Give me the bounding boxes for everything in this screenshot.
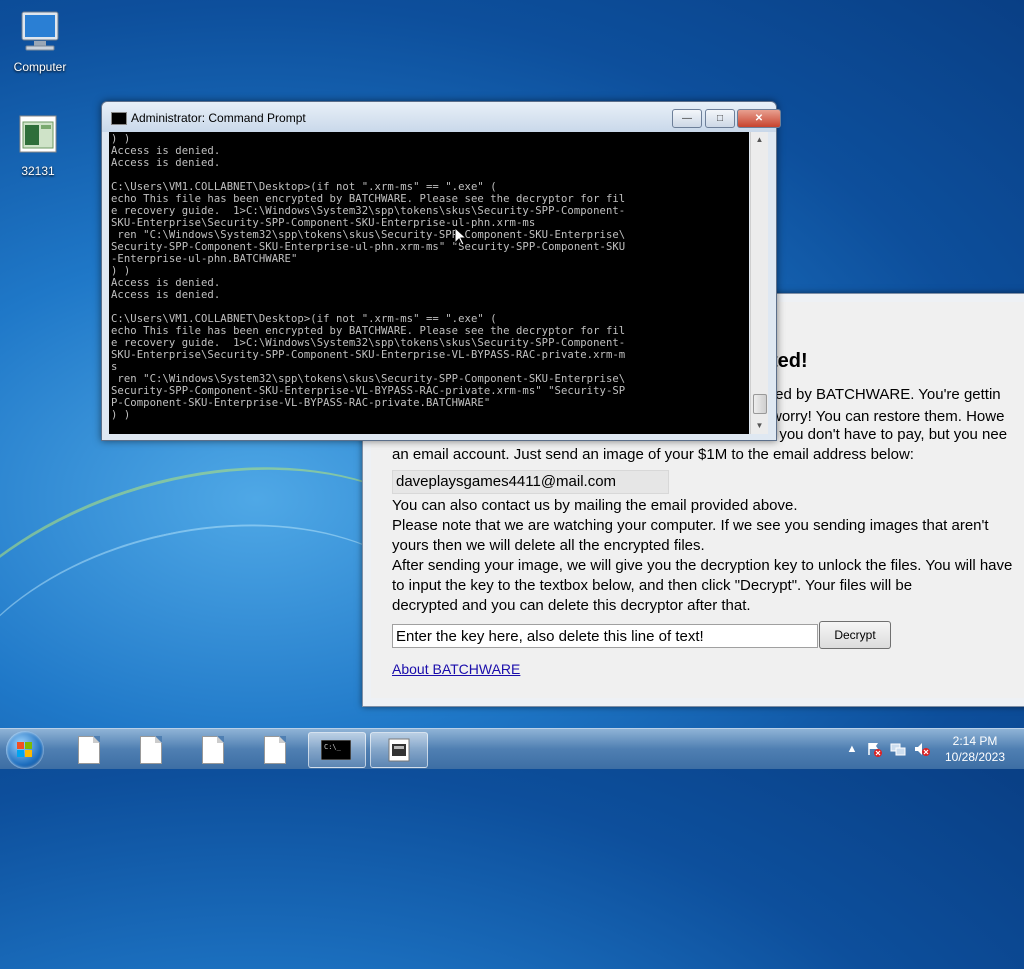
ransom-body-line: You can also contact us by mailing the e… (392, 497, 798, 514)
taskbar-item-document[interactable] (184, 732, 240, 766)
scrollbar-thumb[interactable] (753, 394, 767, 414)
clock-date: 10/28/2023 (944, 750, 1006, 764)
taskbar-item-batchware[interactable] (370, 732, 428, 768)
clock-time: 2:14 PM (952, 734, 998, 748)
ransom-text-line: worry! You can restore them. Howe (771, 408, 1005, 425)
desktop-icon-32131[interactable]: 32131 (0, 112, 78, 178)
ransom-body-line: yours then we will delete all the encryp… (392, 537, 705, 554)
scroll-up-arrow-icon[interactable]: ▲ (751, 132, 768, 148)
about-batchware-link[interactable]: About BATCHWARE (392, 661, 520, 677)
document-icon (78, 736, 100, 764)
windows-logo-icon (17, 742, 32, 757)
action-center-flag-icon[interactable] (866, 741, 882, 757)
console-text: ) ) Access is denied. Access is denied. … (111, 133, 626, 421)
show-hidden-icons-icon[interactable]: ▲ (844, 741, 860, 757)
scroll-down-arrow-icon[interactable]: ▼ (751, 418, 768, 434)
decryption-key-input[interactable] (392, 624, 818, 648)
decrypt-button[interactable]: Decrypt (819, 621, 891, 649)
mouse-cursor-icon (455, 228, 467, 246)
application-icon (388, 738, 410, 762)
desktop-icon-label: Computer (13, 60, 67, 74)
cmd-icon: C:\_ (321, 740, 351, 760)
svg-text:C:\_: C:\_ (324, 743, 342, 751)
ransom-body-line: to input the key to the textbox below, a… (392, 577, 913, 594)
command-prompt-window: Administrator: Command Prompt — □ ✕ ) ) … (101, 101, 781, 441)
taskbar-item-document[interactable] (122, 732, 178, 766)
ransom-body-line: decrypted and you can delete this decryp… (392, 597, 751, 614)
volume-muted-icon[interactable] (914, 741, 930, 757)
taskbar-clock[interactable]: 2:14 PM 10/28/2023 (940, 733, 1010, 765)
document-icon (202, 736, 224, 764)
start-button[interactable] (6, 731, 44, 769)
network-icon[interactable] (890, 741, 906, 757)
document-icon (140, 736, 162, 764)
ransom-text-line: an email account. Just send an image of … (392, 446, 914, 463)
computer-icon (16, 8, 64, 56)
maximize-button[interactable]: □ (705, 109, 735, 128)
console-output[interactable]: ) ) Access is denied. Access is denied. … (109, 132, 749, 434)
ransom-text-line: , you don't have to pay, but you nee (771, 426, 1008, 443)
desktop-icon-computer[interactable]: Computer (0, 8, 80, 74)
taskbar-item-document[interactable] (246, 732, 302, 766)
cmd-app-icon (111, 112, 127, 125)
cmd-titlebar[interactable]: Administrator: Command Prompt — □ ✕ (102, 102, 781, 132)
console-scrollbar[interactable]: ▲ ▼ (750, 132, 768, 434)
contact-email-field[interactable]: daveplaysgames4411@mail.com (392, 470, 669, 494)
application-file-icon (14, 112, 62, 160)
ransom-body-line: After sending your image, we will give y… (392, 557, 1013, 574)
ransom-text-line: ted by BATCHWARE. You're gettin (771, 386, 1001, 403)
taskbar-item-document[interactable] (60, 732, 116, 766)
ransom-body-line: Please note that we are watching your co… (392, 517, 989, 534)
taskbar-item-command-prompt[interactable]: C:\_ (308, 732, 366, 768)
cmd-window-title: Administrator: Command Prompt (131, 111, 306, 125)
document-icon (264, 736, 286, 764)
minimize-button[interactable]: — (672, 109, 702, 128)
close-button[interactable]: ✕ (737, 109, 781, 128)
desktop-icon-label: 32131 (21, 164, 55, 178)
taskbar: C:\_ ▲ 2:14 PM 10/28/2023 (0, 728, 1024, 769)
